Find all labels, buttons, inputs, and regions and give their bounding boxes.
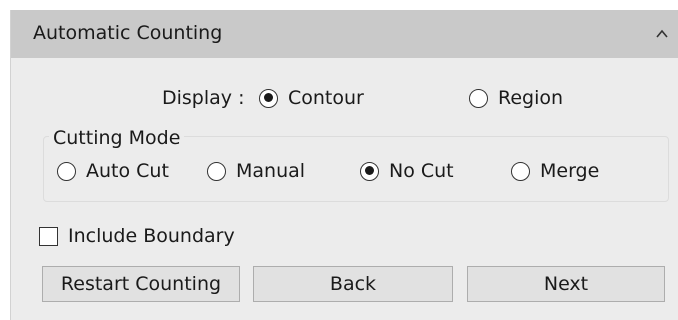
- next-button[interactable]: Next: [467, 266, 665, 302]
- restart-counting-button[interactable]: Restart Counting: [42, 266, 240, 302]
- radio-circle[interactable]: [469, 88, 488, 108]
- cut-auto-radio[interactable]: Auto Cut: [57, 160, 169, 182]
- display-contour-radio[interactable]: Contour: [259, 87, 364, 109]
- cut-manual-radio[interactable]: Manual: [207, 160, 305, 182]
- cut-nocut-radio[interactable]: No Cut: [360, 160, 454, 182]
- radio-label: Contour: [288, 87, 364, 109]
- automatic-counting-panel: Automatic Counting Display : Contour Reg…: [10, 10, 678, 320]
- checkbox-label: Include Boundary: [68, 225, 235, 247]
- radio-label: Auto Cut: [86, 160, 169, 182]
- cut-merge-radio[interactable]: Merge: [511, 160, 599, 182]
- radio-label: No Cut: [389, 160, 454, 182]
- panel-header[interactable]: Automatic Counting: [11, 10, 678, 58]
- radio-label: Region: [498, 87, 564, 109]
- display-label: Display :: [162, 87, 245, 109]
- display-region-radio[interactable]: Region: [469, 87, 563, 109]
- include-boundary-checkbox[interactable]: Include Boundary: [39, 225, 235, 247]
- cutting-mode-label: Cutting Mode: [49, 127, 185, 149]
- checkbox-box[interactable]: [39, 226, 58, 246]
- radio-circle[interactable]: [57, 161, 76, 181]
- radio-circle[interactable]: [259, 88, 278, 108]
- radio-circle[interactable]: [360, 161, 379, 181]
- radio-circle[interactable]: [207, 161, 226, 181]
- radio-circle[interactable]: [511, 161, 530, 181]
- back-button[interactable]: Back: [253, 266, 453, 302]
- radio-label: Manual: [236, 160, 306, 182]
- chevron-up-icon[interactable]: [655, 28, 669, 40]
- radio-label: Merge: [540, 160, 600, 182]
- panel-title: Automatic Counting: [33, 22, 223, 44]
